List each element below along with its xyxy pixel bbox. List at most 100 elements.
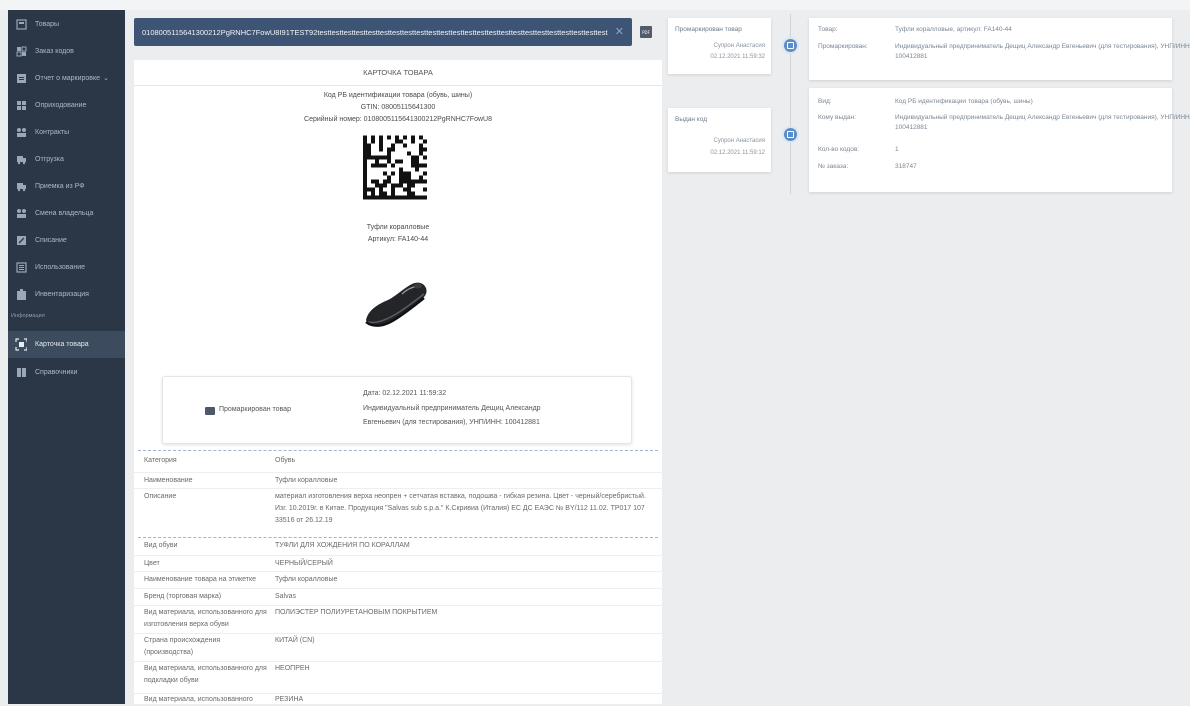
dashed-divider	[138, 537, 658, 538]
detail-value: 1	[895, 146, 899, 153]
attr-row: Цвет ЧЕРНЫЙ/СЕРЫЙ	[134, 555, 662, 571]
attr-value: материал изготовления верха неопрен + се…	[275, 493, 646, 524]
sidebar-item-usage[interactable]: Использование	[8, 255, 125, 279]
code-value[interactable]: 0108005115641300212PgRNHC7FowU8I91TEST92…	[142, 28, 612, 37]
pdf-button[interactable]: PDF	[640, 26, 652, 38]
pdf-icon: PDF	[642, 29, 650, 35]
code-input-bar[interactable]: 0108005115641300212PgRNHC7FowU8I91TEST92…	[134, 18, 632, 46]
attr-value: КИТАЙ (CN)	[275, 637, 315, 644]
attr-key: Описание	[144, 493, 177, 500]
shipment-icon	[15, 153, 27, 165]
attr-key: Категория	[144, 457, 177, 464]
marked-product-icon	[205, 407, 215, 415]
order-codes-icon	[15, 45, 27, 57]
attr-row: Бренд (торговая марка) Salvas	[134, 588, 662, 605]
sidebar: Товары Заказ кодов Отчет о маркировке ⌄ …	[8, 10, 125, 704]
attr-key: Наименование товара на этикетке	[144, 576, 257, 583]
attr-key: Вид материала, использованного	[144, 696, 253, 703]
detail-value: Индивидуальный предприниматель Дещиц Але…	[895, 114, 1190, 131]
code-type: Код РБ идентификации товара (обувь, шины…	[323, 92, 473, 99]
sidebar-item-reference-books[interactable]: Справочники	[8, 360, 125, 384]
product-name: Туфли коралловые	[366, 224, 430, 231]
detail-key: Кому выдан:	[818, 114, 856, 121]
sidebar-item-write-off[interactable]: Списание	[8, 228, 125, 252]
product-card-icon	[15, 338, 27, 351]
event-details-issued: Вид: Код РБ идентификации товара (обувь,…	[809, 88, 1190, 192]
attr-row: Вид обуви ТУФЛИ ДЛЯ ХОЖДЕНИЯ ПО КОРАЛЛАМ	[134, 539, 662, 555]
product-card: КАРТОЧКА ТОВАРА Код РБ идентификации тов…	[134, 60, 662, 704]
contracts-icon	[15, 126, 27, 138]
attr-value: Туфли коралловые	[275, 477, 338, 484]
sidebar-item-contracts[interactable]: Контракты	[8, 120, 125, 144]
write-off-icon	[15, 234, 27, 246]
sidebar-item-product-card[interactable]: Карточка товара	[8, 331, 125, 358]
detail-value: Код РБ идентификации товара (обувь, шины…	[895, 98, 1033, 105]
detail-key: Вид:	[818, 98, 832, 105]
attr-value: ПОЛИЭСТЕР ПОЛИУРЕТАНОВЫМ ПОКРЫТИЕМ	[275, 609, 438, 616]
owner-change-icon	[15, 207, 27, 219]
inventory-icon	[15, 288, 27, 300]
attr-value: Обувь	[275, 457, 296, 464]
attr-value: Туфли коралловые	[275, 576, 338, 583]
status-date: Дата: 02.12.2021 11:59:32	[363, 390, 447, 397]
sidebar-item-order-codes[interactable]: Заказ кодов	[8, 39, 125, 63]
receipt-icon	[15, 99, 27, 111]
sidebar-item-acceptance-rf[interactable]: Приемка из РФ	[8, 174, 125, 198]
event-date: 02.12.2021 11:59:32	[710, 54, 765, 60]
datamatrix-code	[363, 135, 427, 200]
attr-row: Вид материала, использованного для подкл…	[134, 661, 662, 693]
attr-value: ЧЕРНЫЙ/СЕРЫЙ	[275, 560, 333, 567]
sidebar-item-products[interactable]: Товары	[8, 12, 125, 36]
attr-row: Наименование товара на этикетке Туфли ко…	[134, 571, 662, 588]
card-title: КАРТОЧКА ТОВАРА	[363, 68, 433, 77]
sidebar-item-shipment[interactable]: Отгрузка	[8, 147, 125, 171]
divider	[134, 85, 662, 86]
attr-row: Страна происхождения (производства) КИТА…	[134, 633, 662, 661]
sidebar-item-receipt[interactable]: Оприходование	[8, 93, 125, 117]
sidebar-item-owner-change[interactable]: Смена владельца	[8, 201, 125, 225]
status-label: Промаркирован товар	[219, 406, 291, 413]
event-user: Супрон Анастасия	[713, 138, 765, 144]
attr-key: Вид обуви	[144, 542, 178, 549]
attr-value: ТУФЛИ ДЛЯ ХОЖДЕНИЯ ПО КОРАЛЛАМ	[275, 542, 410, 549]
sidebar-section-info: Информация	[11, 313, 45, 319]
attr-key: Вид материала, использованного для подкл…	[144, 665, 267, 684]
sidebar-item-marking-report[interactable]: Отчет о маркировке ⌄	[8, 66, 125, 90]
attr-value: Salvas	[275, 593, 297, 600]
detail-key: Кол-во кодов:	[818, 146, 860, 153]
detail-value: 318747	[895, 163, 917, 170]
status-owner-line2: Евгеньевич (для тестирования), УНП/ИНН: …	[363, 419, 540, 426]
product-article: Артикул: FA140-44	[367, 236, 429, 243]
acceptance-icon	[15, 180, 27, 192]
attr-value: НЕОПРЕН	[275, 665, 310, 672]
marking-status-box: Промаркирован товар Дата: 02.12.2021 11:…	[162, 376, 632, 444]
attr-key: Вид материала, использованного для изгот…	[144, 609, 267, 628]
chevron-down-icon: ⌄	[103, 75, 109, 82]
sidebar-item-inventory[interactable]: Инвентаризация	[8, 282, 125, 306]
attr-value: РЕЗИНА	[275, 696, 304, 703]
detail-key: Промаркирован:	[818, 43, 868, 50]
detail-value: Индивидуальный предприниматель Дещиц Але…	[895, 43, 1190, 60]
timeline-event-issued[interactable]: Выдан код Супрон Анастасия 02.12.2021 11…	[668, 108, 771, 172]
clear-code-icon[interactable]: ✕	[615, 25, 624, 38]
product-icon	[15, 18, 27, 30]
marked-event-icon	[782, 37, 799, 54]
event-title: Промаркирован товар	[675, 26, 742, 33]
attr-key: Страна происхождения (производства)	[144, 637, 221, 656]
attr-row: Вид материала, использованного для изгот…	[134, 605, 662, 633]
product-image	[365, 282, 427, 327]
status-owner-line1: Индивидуальный предприниматель Дещиц Але…	[363, 405, 541, 412]
event-details-marked: Товар: Туфли коралловые, артикул: FA140-…	[809, 18, 1190, 80]
attr-row: Наименование Туфли коралловые	[134, 472, 662, 488]
detail-value: Туфли коралловые, артикул: FA140-44	[895, 26, 1012, 33]
attr-key: Наименование	[144, 477, 193, 484]
event-date: 02.12.2021 11:59:12	[710, 150, 765, 156]
timeline-event-marked[interactable]: Промаркирован товар Супрон Анастасия 02.…	[668, 18, 771, 74]
gtin: GTIN: 08005115641300	[360, 104, 436, 111]
report-icon	[15, 72, 27, 84]
event-user: Супрон Анастасия	[713, 43, 765, 49]
serial-number: Серийный номер: 0108005115641300212PgRNH…	[304, 116, 492, 123]
event-title: Выдан код	[675, 116, 707, 123]
attr-row: Вид материала, использованного РЕЗИНА	[134, 693, 662, 704]
detail-key: Товар:	[818, 26, 838, 33]
